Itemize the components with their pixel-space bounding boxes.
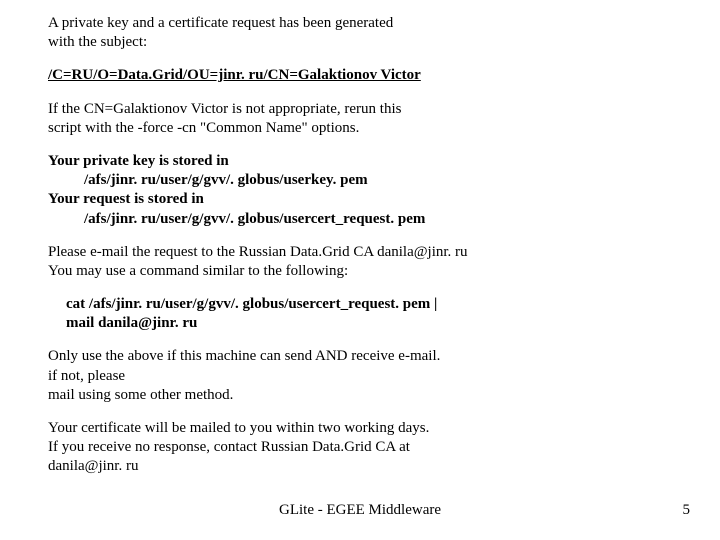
footer: GLite - EGEE Middleware 5 <box>0 502 720 522</box>
intro-line-2: with the subject: <box>48 34 147 50</box>
footer-title: GLite - EGEE Middleware <box>279 502 441 519</box>
request-label: Your request is stored in <box>48 191 204 207</box>
intro-line-1: A private key and a certificate request … <box>48 15 393 31</box>
cn-warn-line-1: If the CN=Galaktionov Victor is not appr… <box>48 101 401 117</box>
private-key-path: /afs/jinr. ru/user/g/gvv/. globus/userke… <box>48 171 680 190</box>
cond-line-2: if not, please <box>48 368 125 384</box>
intro-paragraph: A private key and a certificate request … <box>48 14 680 52</box>
request-path: /afs/jinr. ru/user/g/gvv/. globus/userce… <box>48 210 680 229</box>
email-instructions: Please e-mail the request to the Russian… <box>48 243 680 281</box>
condition-paragraph: Only use the above if this machine can s… <box>48 347 680 405</box>
page-number: 5 <box>683 502 691 519</box>
storage-paths: Your private key is stored in /afs/jinr.… <box>48 152 680 229</box>
private-key-label: Your private key is stored in <box>48 153 229 169</box>
subject-dn: /C=RU/O=Data.Grid/OU=jinr. ru/CN=Galakti… <box>48 67 421 83</box>
document-body: A private key and a certificate request … <box>0 0 720 477</box>
cn-warning: If the CN=Galaktionov Victor is not appr… <box>48 100 680 138</box>
cond-line-1: Only use the above if this machine can s… <box>48 348 440 364</box>
subject-dn-line: /C=RU/O=Data.Grid/OU=jinr. ru/CN=Galakti… <box>48 66 680 85</box>
closing-line-1: Your certificate will be mailed to you w… <box>48 420 429 436</box>
closing-line-2: If you receive no response, contact Russ… <box>48 439 410 455</box>
cond-line-3: mail using some other method. <box>48 387 233 403</box>
cmd-line-1: cat /afs/jinr. ru/user/g/gvv/. globus/us… <box>48 295 680 314</box>
email-line-2: You may use a command similar to the fol… <box>48 263 348 279</box>
closing-line-3: danila@jinr. ru <box>48 458 138 474</box>
command-block: cat /afs/jinr. ru/user/g/gvv/. globus/us… <box>48 295 680 333</box>
cn-warn-line-2: script with the -force -cn "Common Name"… <box>48 120 359 136</box>
cmd-line-2: mail danila@jinr. ru <box>48 314 680 333</box>
closing-paragraph: Your certificate will be mailed to you w… <box>48 419 680 477</box>
email-line-1: Please e-mail the request to the Russian… <box>48 244 468 260</box>
